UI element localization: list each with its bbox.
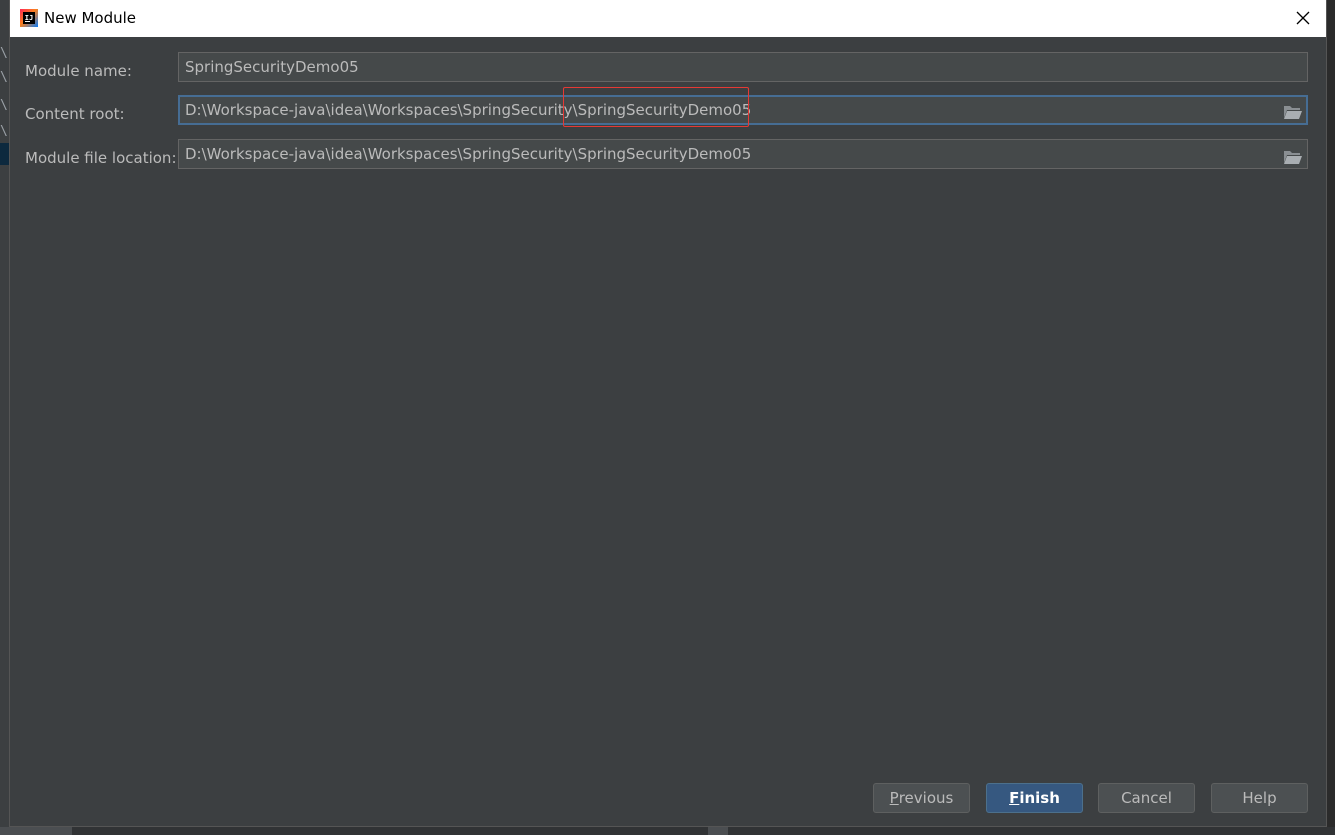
background-statusbar (0, 827, 1335, 835)
background-segment (708, 827, 728, 835)
background-segment (0, 827, 72, 835)
module-file-location-value: D:\Workspace-java\idea\Workspaces\Spring… (185, 145, 752, 163)
highlight-annotation-box (563, 87, 749, 127)
intellij-idea-icon: IJ (20, 9, 38, 27)
background-text: \ (0, 46, 8, 61)
background-text: \ (0, 70, 8, 85)
background-text: \ (0, 124, 8, 139)
close-icon (1296, 11, 1310, 25)
close-button[interactable] (1290, 5, 1316, 31)
finish-mnemonic: F (1009, 789, 1020, 807)
module-file-location-label: Module file location: (25, 149, 177, 167)
content-root-label: Content root: (25, 105, 125, 123)
new-module-dialog: IJ New Module Module name: SpringSecurit… (9, 0, 1327, 827)
previous-mnemonic: P (889, 789, 899, 807)
folder-open-icon (1284, 151, 1302, 164)
module-file-location-browse-button[interactable] (1283, 146, 1303, 164)
background-text: \ (0, 98, 8, 113)
cancel-label: Cancel (1121, 789, 1172, 807)
module-name-input[interactable]: SpringSecurityDemo05 (178, 52, 1308, 82)
previous-button[interactable]: Previous (873, 783, 970, 813)
finish-button[interactable]: Finish (986, 783, 1083, 813)
module-file-location-input[interactable]: D:\Workspace-java\idea\Workspaces\Spring… (178, 139, 1308, 169)
help-button[interactable]: Help (1211, 783, 1308, 813)
help-label: Help (1242, 789, 1277, 807)
finish-label: inish (1019, 789, 1060, 807)
previous-label: revious (898, 789, 954, 807)
folder-open-icon (1284, 106, 1302, 119)
content-root-browse-button[interactable] (1283, 102, 1303, 119)
title-bar: IJ New Module (10, 0, 1326, 37)
window-title: New Module (44, 9, 137, 27)
module-name-label: Module name: (25, 62, 132, 80)
module-name-value: SpringSecurityDemo05 (185, 58, 359, 76)
cancel-button[interactable]: Cancel (1098, 783, 1195, 813)
